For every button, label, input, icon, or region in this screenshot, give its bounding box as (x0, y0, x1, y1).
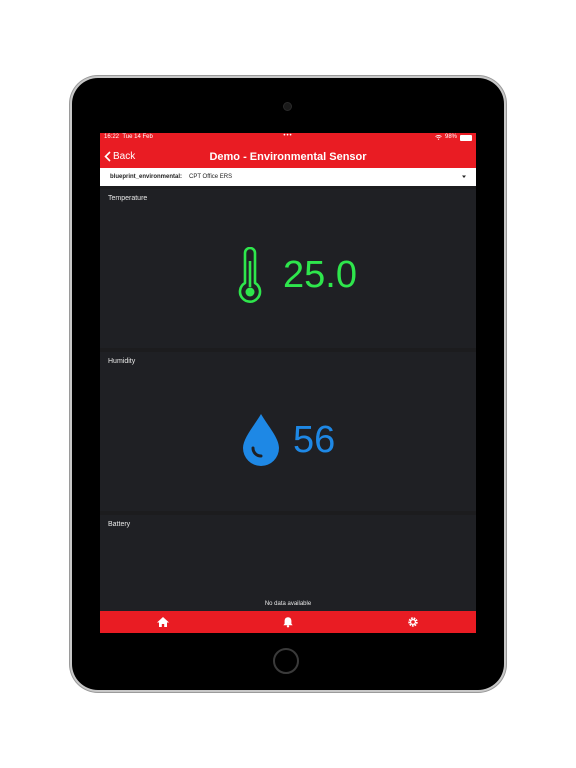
battery-label: Battery (108, 521, 131, 528)
home-button[interactable] (273, 648, 299, 674)
battery-card: Battery No data available (100, 515, 476, 611)
humidity-label: Humidity (108, 358, 136, 365)
gear-icon[interactable] (406, 616, 420, 628)
back-label: Back (113, 151, 136, 162)
app-screen: 16:22 Tue 14 Feb ••• 98% Back Demo - Env… (100, 133, 476, 633)
tab-bar (100, 611, 476, 633)
no-data-message: No data available (264, 601, 312, 607)
status-right: 98% (435, 133, 472, 142)
selector-key: blueprint_environmental: (110, 174, 183, 180)
bell-icon[interactable] (281, 616, 295, 628)
temperature-label: Temperature (108, 195, 148, 202)
caret-down-icon (462, 175, 466, 178)
back-button[interactable]: Back (104, 151, 135, 162)
camera (283, 102, 292, 111)
page-title: Demo - Environmental Sensor (209, 151, 367, 163)
thermometer-icon (238, 247, 262, 303)
battery-percent: 98% (444, 134, 457, 140)
temperature-card: Temperature 25.0 (100, 189, 476, 348)
temperature-value: 25.0 (283, 254, 357, 296)
battery-icon (460, 134, 472, 141)
device-selector[interactable]: blueprint_environmental: CPT Office ERS (100, 168, 476, 186)
home-icon[interactable] (156, 616, 170, 628)
status-bar: 16:22 Tue 14 Feb ••• 98% (100, 133, 476, 142)
wifi-icon (435, 135, 442, 140)
multitask-dots: ••• (283, 133, 293, 139)
selector-value: CPT Office ERS (189, 174, 233, 180)
chevron-left-icon (104, 151, 111, 162)
humidity-card: Humidity 56 (100, 352, 476, 511)
humidity-value: 56 (293, 419, 336, 461)
water-drop-icon (243, 414, 279, 466)
